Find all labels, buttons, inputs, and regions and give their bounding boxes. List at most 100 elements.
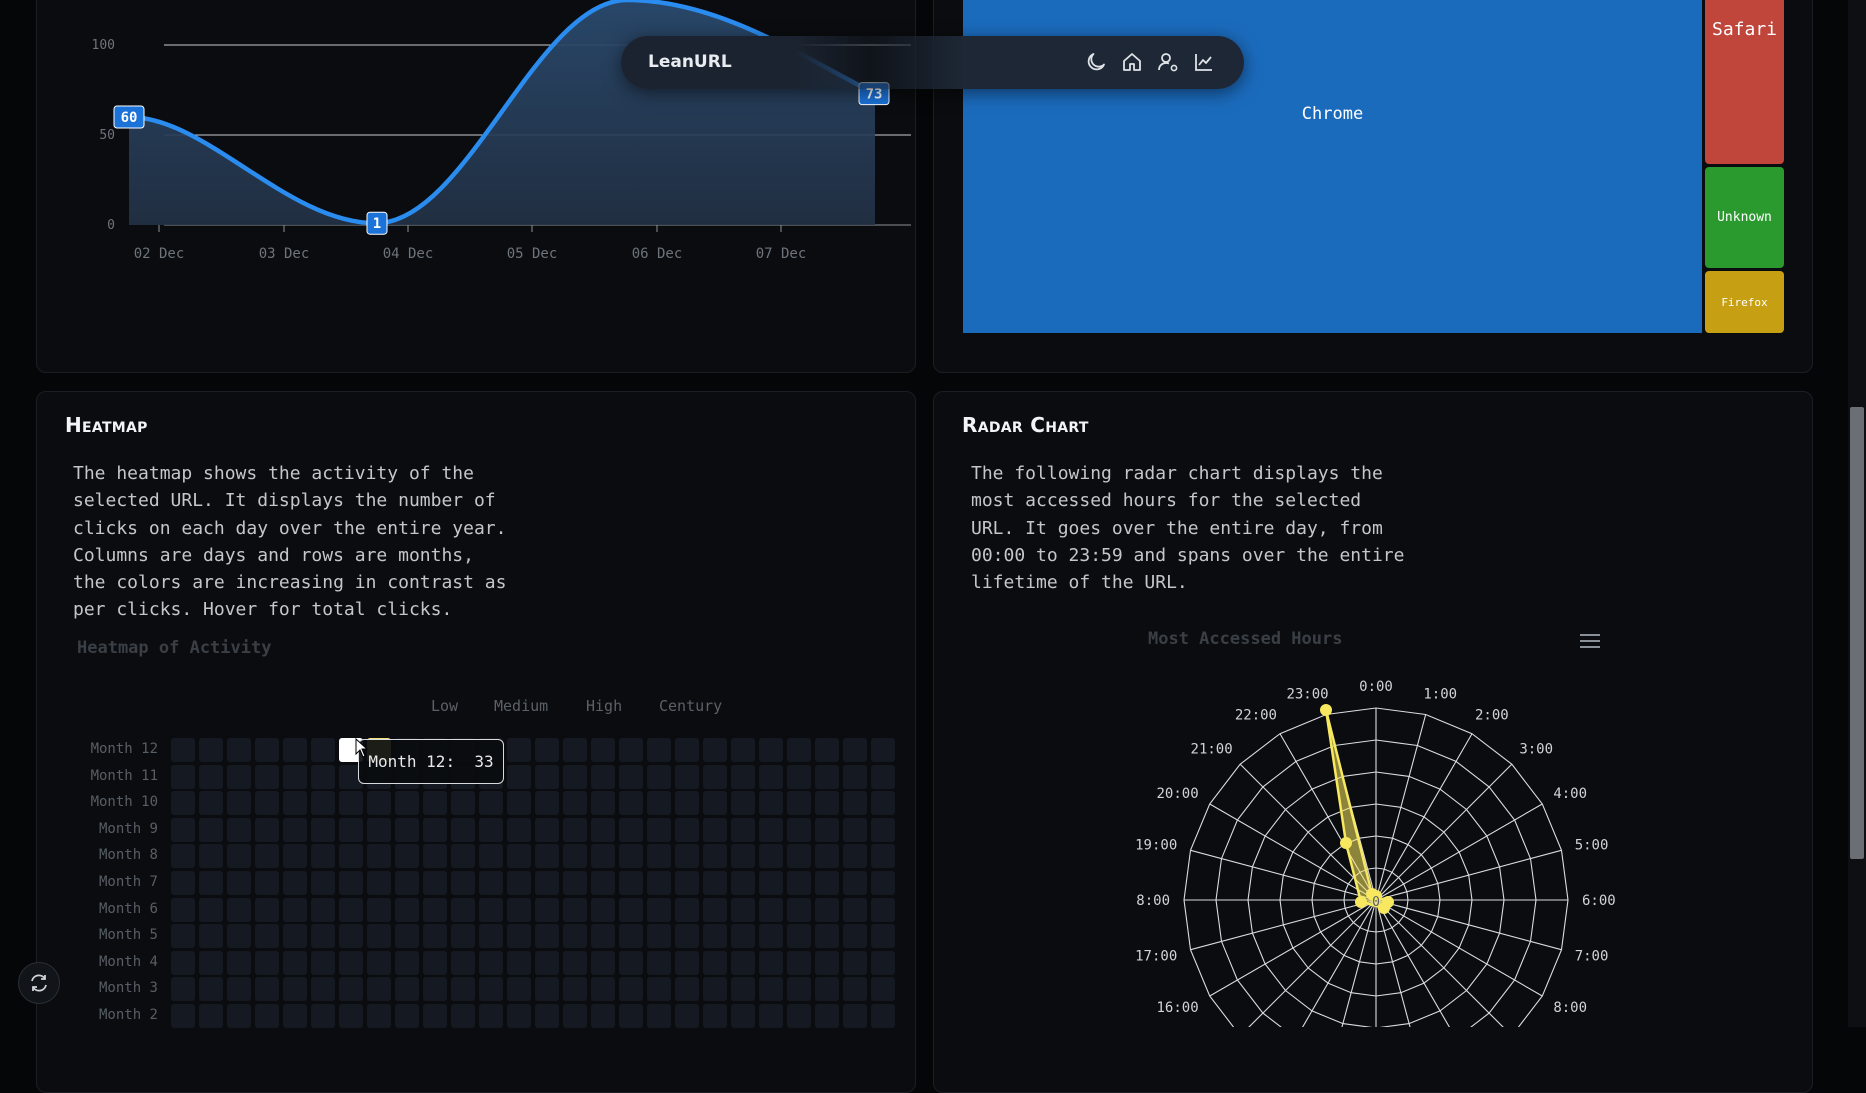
heatmap-cell[interactable]	[815, 871, 839, 895]
heatmap-cell[interactable]	[395, 897, 419, 922]
heatmap-cell[interactable]	[843, 1004, 867, 1028]
user-settings-icon[interactable]	[1156, 50, 1180, 74]
heatmap-cell[interactable]	[255, 977, 279, 1002]
heatmap-cell[interactable]	[199, 844, 223, 869]
heatmap-cell[interactable]	[227, 738, 251, 762]
heatmap-cell[interactable]	[423, 817, 447, 842]
heatmap-cell[interactable]	[255, 817, 279, 842]
heatmap-cell[interactable]	[647, 897, 671, 922]
heatmap-cell[interactable]	[843, 977, 867, 1002]
heatmap-cell[interactable]	[787, 817, 811, 842]
heatmap-cell[interactable]	[367, 950, 391, 975]
heatmap-cell[interactable]	[703, 977, 727, 1002]
heatmap-cell[interactable]	[283, 764, 307, 789]
heatmap-cell[interactable]	[675, 738, 699, 762]
heatmap-cell[interactable]	[535, 738, 559, 762]
heatmap-cell[interactable]	[731, 764, 755, 789]
heatmap-cell[interactable]	[619, 764, 643, 789]
heatmap-cell[interactable]	[311, 950, 335, 975]
heatmap-cell[interactable]	[311, 764, 335, 789]
heatmap-cell[interactable]	[731, 977, 755, 1002]
heatmap-cell[interactable]	[591, 817, 615, 842]
heatmap-cell[interactable]	[843, 764, 867, 789]
heatmap-cell[interactable]	[731, 950, 755, 975]
heatmap-cell[interactable]	[311, 844, 335, 869]
heatmap-cell[interactable]	[843, 897, 867, 922]
heatmap-cell[interactable]	[563, 844, 587, 869]
heatmap-cell[interactable]	[311, 791, 335, 816]
home-icon[interactable]	[1120, 50, 1144, 74]
heatmap-cell[interactable]	[843, 871, 867, 895]
heatmap-cell[interactable]	[227, 871, 251, 895]
heatmap-cell[interactable]	[871, 977, 895, 1002]
heatmap-cell[interactable]	[171, 950, 195, 975]
heatmap-cell[interactable]	[367, 791, 391, 816]
heatmap-cell[interactable]	[311, 871, 335, 895]
heatmap-cell[interactable]	[255, 950, 279, 975]
heatmap-cell[interactable]	[339, 924, 363, 949]
heatmap-cell[interactable]	[759, 977, 783, 1002]
heatmap-cell[interactable]	[171, 738, 195, 762]
heatmap-cell[interactable]	[591, 791, 615, 816]
heatmap-cell[interactable]	[227, 764, 251, 789]
heatmap-cell[interactable]	[759, 738, 783, 762]
heatmap-cell[interactable]	[563, 738, 587, 762]
heatmap-cell[interactable]	[759, 950, 783, 975]
heatmap-cell[interactable]	[451, 844, 475, 869]
heatmap-cell[interactable]	[507, 924, 531, 949]
heatmap-cell[interactable]	[227, 977, 251, 1002]
heatmap-cell[interactable]	[171, 1004, 195, 1028]
heatmap-cell[interactable]	[871, 738, 895, 762]
legend-high[interactable]: High	[586, 697, 622, 715]
heatmap-cell[interactable]	[647, 871, 671, 895]
heatmap-cell[interactable]	[731, 791, 755, 816]
legend-low[interactable]: Low	[431, 697, 458, 715]
heatmap-cell[interactable]	[451, 897, 475, 922]
heatmap-cell[interactable]	[871, 871, 895, 895]
heatmap-cell[interactable]	[507, 897, 531, 922]
heatmap-cell[interactable]	[283, 817, 307, 842]
heatmap-cell[interactable]	[479, 977, 503, 1002]
heatmap-cell[interactable]	[367, 977, 391, 1002]
heatmap-cell[interactable]	[815, 897, 839, 922]
heatmap-cell[interactable]	[507, 844, 531, 869]
heatmap-cell[interactable]	[339, 897, 363, 922]
heatmap-cell[interactable]	[815, 977, 839, 1002]
heatmap-cell[interactable]	[311, 738, 335, 762]
heatmap-cell[interactable]	[311, 924, 335, 949]
heatmap-cell[interactable]	[199, 791, 223, 816]
heatmap-cell[interactable]	[787, 871, 811, 895]
heatmap-cell[interactable]	[731, 924, 755, 949]
heatmap-cell[interactable]	[479, 871, 503, 895]
heatmap-cell[interactable]	[563, 791, 587, 816]
heatmap-cell[interactable]	[367, 924, 391, 949]
heatmap-cell[interactable]	[787, 924, 811, 949]
heatmap-cell[interactable]	[255, 1004, 279, 1028]
heatmap-cell[interactable]	[731, 817, 755, 842]
heatmap-cell[interactable]	[283, 1004, 307, 1028]
heatmap-cell[interactable]	[591, 897, 615, 922]
heatmap-cell[interactable]	[703, 817, 727, 842]
heatmap-cell[interactable]	[843, 844, 867, 869]
heatmap-cell[interactable]	[227, 1004, 251, 1028]
heatmap-cell[interactable]	[199, 817, 223, 842]
heatmap-cell[interactable]	[535, 897, 559, 922]
heatmap-cell[interactable]	[647, 764, 671, 789]
heatmap-cell[interactable]	[563, 924, 587, 949]
heatmap-cell[interactable]	[843, 950, 867, 975]
heatmap-cell[interactable]	[787, 977, 811, 1002]
heatmap-cell[interactable]	[591, 871, 615, 895]
chart-icon[interactable]	[1192, 50, 1216, 74]
heatmap-cell[interactable]	[815, 738, 839, 762]
heatmap-cell[interactable]	[619, 897, 643, 922]
heatmap-cell[interactable]	[591, 764, 615, 789]
heatmap-cell[interactable]	[395, 1004, 419, 1028]
heatmap-cell[interactable]	[283, 791, 307, 816]
heatmap-cell[interactable]	[675, 924, 699, 949]
heatmap-cell[interactable]	[339, 977, 363, 1002]
heatmap-cell[interactable]	[507, 738, 531, 762]
heatmap-cell[interactable]	[171, 977, 195, 1002]
heatmap-cell[interactable]	[367, 1004, 391, 1028]
heatmap-cell[interactable]	[787, 738, 811, 762]
heatmap-cell[interactable]	[507, 977, 531, 1002]
